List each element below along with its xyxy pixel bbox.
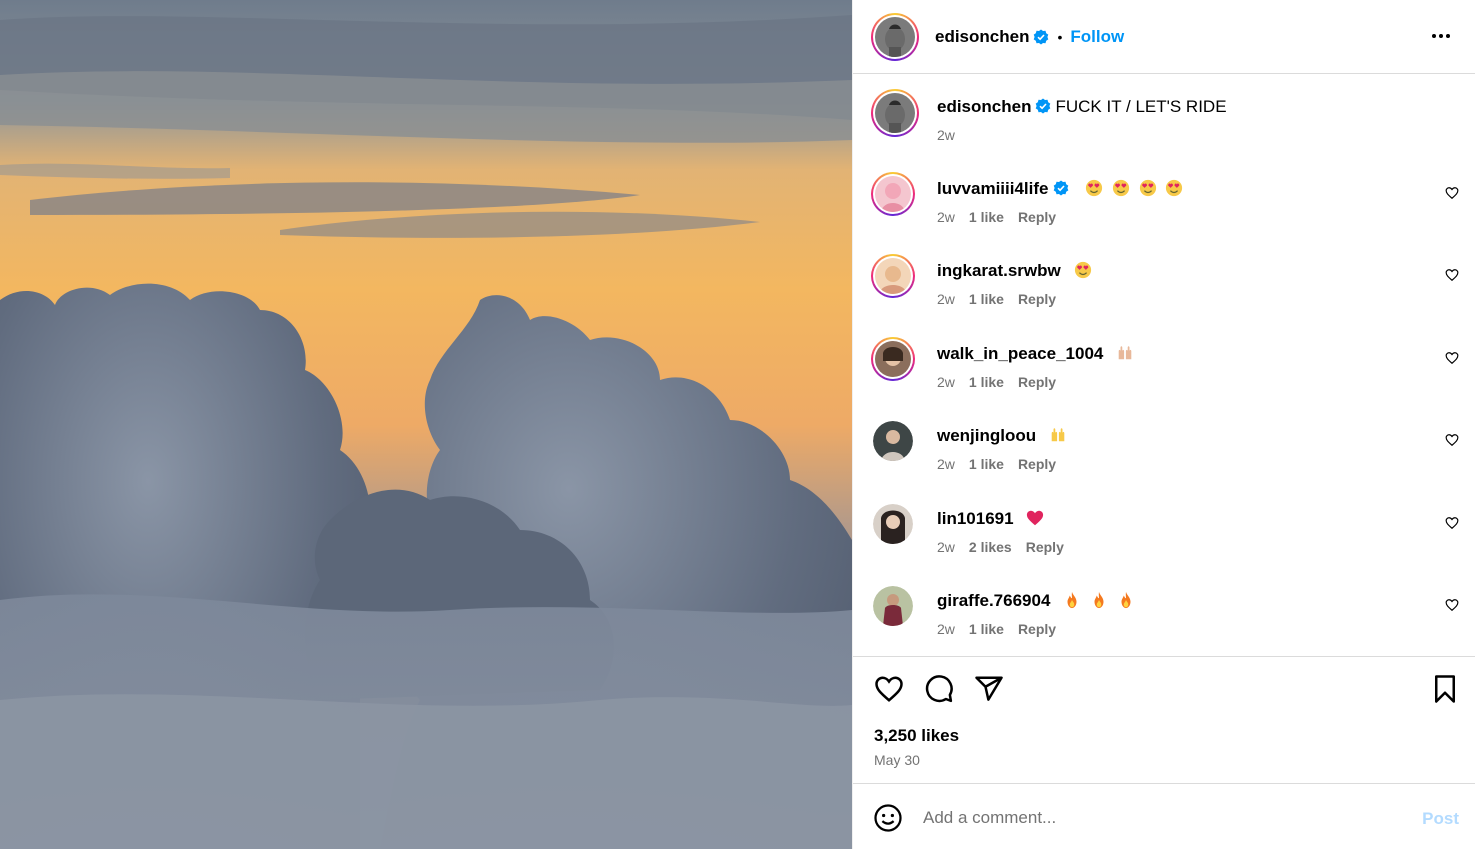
- heart-eyes-emoji-icon: [1139, 179, 1156, 197]
- post-actions: 3,250 likes May 30: [853, 656, 1475, 784]
- fire-emoji-icon: [1067, 591, 1077, 609]
- comment-likes[interactable]: 2 likes: [969, 539, 1012, 555]
- fire-emoji-icon: [1121, 591, 1131, 609]
- commenter-avatar[interactable]: [871, 337, 915, 381]
- comment-input[interactable]: [923, 803, 1403, 833]
- caption-author-avatar[interactable]: [871, 89, 919, 137]
- share-paper-plane-icon[interactable]: [974, 674, 1004, 704]
- commenter-avatar-image: [875, 258, 911, 294]
- comment-time: 2w: [937, 374, 955, 390]
- post-date: May 30: [874, 752, 920, 768]
- commenter-avatar[interactable]: [871, 584, 915, 628]
- comment-likes[interactable]: 1 like: [969, 374, 1004, 390]
- commenter-avatar[interactable]: [871, 502, 915, 546]
- author-avatar[interactable]: [871, 12, 919, 61]
- heart-icon[interactable]: [1445, 268, 1459, 282]
- post-side-panel: edisonchen • Follow edisonchen FUCK IT /…: [852, 0, 1475, 849]
- commenter-avatar[interactable]: [871, 419, 915, 463]
- comment-time: 2w: [937, 209, 955, 225]
- author-username[interactable]: edisonchen: [935, 27, 1029, 47]
- heart-icon[interactable]: [1445, 351, 1459, 365]
- heart-eyes-emoji-icon: [1166, 179, 1183, 197]
- heart-eyes-emoji-icon: [1112, 179, 1130, 197]
- heart-eyes-emoji-icon: [1074, 261, 1091, 279]
- emoji-picker-smiley-icon[interactable]: [873, 803, 903, 833]
- comment-username[interactable]: ingkarat.srwbw: [937, 261, 1061, 280]
- fire-emoji-icon: [1094, 591, 1104, 609]
- heart-icon[interactable]: [1445, 186, 1459, 200]
- post-comment-button[interactable]: Post: [1422, 809, 1459, 829]
- post-caption: edisonchen FUCK IT / LET'S RIDE 2w: [871, 89, 1451, 143]
- add-comment-bar: Post: [853, 785, 1475, 849]
- comment-item: luvvamiiii4life 2w 1 like Reply: [871, 172, 1461, 242]
- commenter-avatar[interactable]: [871, 172, 915, 216]
- commenter-avatar-image: [873, 504, 913, 544]
- reply-button[interactable]: Reply: [1018, 374, 1056, 390]
- likes-count[interactable]: 3,250 likes: [874, 726, 959, 746]
- heart-icon[interactable]: [1445, 598, 1459, 612]
- comment-item: wenjingloou 2w 1 like Reply: [871, 419, 1461, 489]
- comment-bubble-icon[interactable]: [924, 674, 954, 704]
- comment-likes[interactable]: 1 like: [969, 456, 1004, 472]
- commenter-avatar[interactable]: [871, 254, 915, 298]
- heart-eyes-emoji-icon: [1086, 179, 1103, 197]
- comment-item: walk_in_peace_1004 2w 1 like Reply: [871, 337, 1461, 407]
- post-header: edisonchen • Follow: [853, 0, 1475, 74]
- caption-author-avatar-image: [875, 93, 915, 133]
- red-heart-emoji-icon: [1027, 510, 1044, 526]
- save-bookmark-icon[interactable]: [1430, 674, 1460, 704]
- more-options-icon[interactable]: [1429, 24, 1453, 48]
- reply-button[interactable]: Reply: [1026, 539, 1064, 555]
- comment-time: 2w: [937, 456, 955, 472]
- reply-button[interactable]: Reply: [1018, 209, 1056, 225]
- raised-hands-emoji-icon: [1051, 428, 1065, 442]
- verified-badge-icon: [1034, 29, 1049, 44]
- reply-button[interactable]: Reply: [1018, 456, 1056, 472]
- follow-button[interactable]: Follow: [1070, 27, 1124, 47]
- verified-badge-icon: [1053, 180, 1068, 196]
- author-avatar-image: [875, 16, 915, 57]
- commenter-avatar-image: [873, 421, 913, 461]
- comment-item: ingkarat.srwbw 2w 1 like Reply: [871, 254, 1461, 324]
- comment-likes[interactable]: 1 like: [969, 291, 1004, 307]
- raised-hands-emoji-icon: [1118, 346, 1132, 360]
- commenter-avatar-image: [875, 341, 911, 377]
- like-heart-icon[interactable]: [874, 674, 904, 704]
- post-image[interactable]: [0, 0, 852, 849]
- heart-icon[interactable]: [1445, 516, 1459, 530]
- comment-item: giraffe.766904 2w 1 like Reply: [871, 584, 1461, 654]
- verified-badge-icon: [1036, 98, 1051, 114]
- comment-item: lin101691 2w 2 likes Reply: [871, 502, 1461, 572]
- reply-button[interactable]: Reply: [1018, 621, 1056, 637]
- comment-likes[interactable]: 1 like: [969, 209, 1004, 225]
- header-separator: •: [1057, 28, 1063, 45]
- comment-username[interactable]: lin101691: [937, 509, 1014, 528]
- comments-list[interactable]: edisonchen FUCK IT / LET'S RIDE 2w luvvam…: [853, 74, 1475, 656]
- comment-time: 2w: [937, 291, 955, 307]
- comment-time: 2w: [937, 621, 955, 637]
- comment-username[interactable]: walk_in_peace_1004: [937, 344, 1103, 363]
- commenter-avatar-image: [873, 586, 913, 626]
- caption-time: 2w: [937, 127, 955, 143]
- heart-icon[interactable]: [1445, 433, 1459, 447]
- comment-username[interactable]: luvvamiiii4life: [937, 179, 1049, 198]
- comment-likes[interactable]: 1 like: [969, 621, 1004, 637]
- caption-text: FUCK IT / LET'S RIDE: [1055, 97, 1227, 116]
- sunset-clouds-photo: [0, 0, 852, 849]
- comment-username[interactable]: wenjingloou: [937, 426, 1036, 445]
- reply-button[interactable]: Reply: [1018, 291, 1056, 307]
- commenter-avatar-image: [875, 176, 911, 212]
- caption-username[interactable]: edisonchen: [937, 97, 1031, 116]
- comment-time: 2w: [937, 539, 955, 555]
- comment-username[interactable]: giraffe.766904: [937, 591, 1050, 610]
